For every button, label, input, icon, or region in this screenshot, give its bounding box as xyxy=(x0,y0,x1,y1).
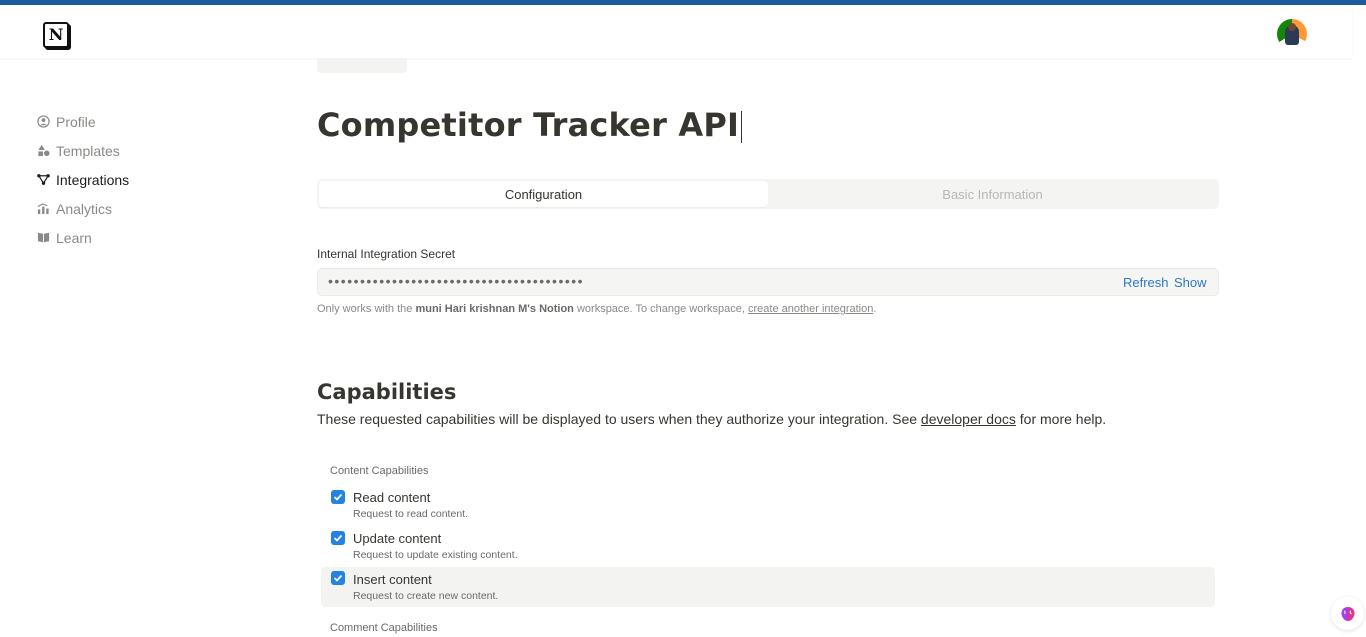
analytics-icon xyxy=(36,202,50,216)
text-caret xyxy=(741,111,743,143)
sidebar-item-label: Profile xyxy=(56,113,96,130)
sidebar: Profile Templates Integrations Analytics… xyxy=(36,107,236,252)
secret-label: Internal Integration Secret xyxy=(317,247,456,261)
capabilities-title: Capabilities xyxy=(317,380,457,404)
sidebar-item-templates[interactable]: Templates xyxy=(36,136,236,165)
workspace-name: muni Hari krishnan M's Notion xyxy=(415,303,574,315)
sidebar-item-learn[interactable]: Learn xyxy=(36,223,236,252)
integrations-icon xyxy=(36,173,50,187)
top-header: N xyxy=(0,5,1352,58)
secret-field[interactable]: ••••••••••••••••••••••••••••••••••••••••… xyxy=(317,268,1219,296)
capability-insert-content[interactable]: Insert content Request to create new con… xyxy=(321,567,1215,607)
desc-suffix: for more help. xyxy=(1019,411,1107,427)
page-top-tab-stub xyxy=(317,58,407,73)
update-content-checkbox[interactable] xyxy=(331,531,345,545)
insert-content-checkbox[interactable] xyxy=(331,571,345,585)
sidebar-item-profile[interactable]: Profile xyxy=(36,107,236,136)
content-capabilities-heading: Content Capabilities xyxy=(330,465,429,477)
hint-middle: workspace. To change workspace, xyxy=(576,303,745,315)
capability-description: Request to create new content. xyxy=(353,590,499,602)
checkmark-icon xyxy=(333,574,343,582)
capability-read-content[interactable]: Read content Request to read content. xyxy=(321,487,1215,527)
workspace-hint: Only works with the muni Hari krishnan M… xyxy=(317,303,876,315)
desc-prefix: These requested capabilities will be dis… xyxy=(317,411,918,427)
settings-tabs: Configuration Basic Information xyxy=(317,179,1219,209)
refresh-button[interactable]: Refresh xyxy=(1123,275,1169,290)
create-integration-link[interactable]: create another integration xyxy=(748,303,873,315)
notion-logo-icon[interactable]: N xyxy=(43,22,69,48)
capability-update-content[interactable]: Update content Request to update existin… xyxy=(321,528,1215,568)
hint-suffix: . xyxy=(873,303,877,315)
sidebar-item-integrations[interactable]: Integrations xyxy=(36,165,236,194)
profile-icon xyxy=(36,115,50,129)
sidebar-item-label: Integrations xyxy=(56,171,130,188)
tab-basic-information[interactable]: Basic Information xyxy=(768,181,1217,207)
secret-masked-value: •••••••••••••••••••••••••••••••••••••••• xyxy=(328,273,585,289)
avatar[interactable] xyxy=(1277,19,1307,49)
comment-capabilities-heading: Comment Capabilities xyxy=(330,622,438,634)
capabilities-description: These requested capabilities will be dis… xyxy=(317,411,1106,427)
tab-configuration[interactable]: Configuration xyxy=(319,181,768,207)
developer-docs-link[interactable]: developer docs xyxy=(921,411,1016,427)
page-title-text: Competitor Tracker API xyxy=(317,106,740,144)
capability-label: Insert content xyxy=(353,572,432,587)
capability-label: Read content xyxy=(353,490,431,505)
page-title[interactable]: Competitor Tracker API xyxy=(317,106,743,144)
help-assistant-button[interactable] xyxy=(1331,597,1364,630)
checkmark-icon xyxy=(333,493,343,501)
book-icon xyxy=(36,231,50,245)
show-button[interactable]: Show xyxy=(1174,275,1207,290)
sidebar-item-analytics[interactable]: Analytics xyxy=(36,194,236,223)
avatar-head xyxy=(1288,23,1296,31)
templates-icon xyxy=(36,144,50,158)
sidebar-item-label: Analytics xyxy=(56,200,113,217)
read-content-checkbox[interactable] xyxy=(331,490,345,504)
sidebar-item-label: Templates xyxy=(56,142,120,159)
checkmark-icon xyxy=(333,534,343,542)
capability-label: Update content xyxy=(353,531,442,546)
sidebar-item-label: Learn xyxy=(56,229,92,246)
hint-prefix: Only works with the xyxy=(317,303,413,315)
capability-description: Request to read content. xyxy=(353,508,468,520)
brain-icon xyxy=(1340,606,1355,621)
capability-description: Request to update existing content. xyxy=(353,549,518,561)
